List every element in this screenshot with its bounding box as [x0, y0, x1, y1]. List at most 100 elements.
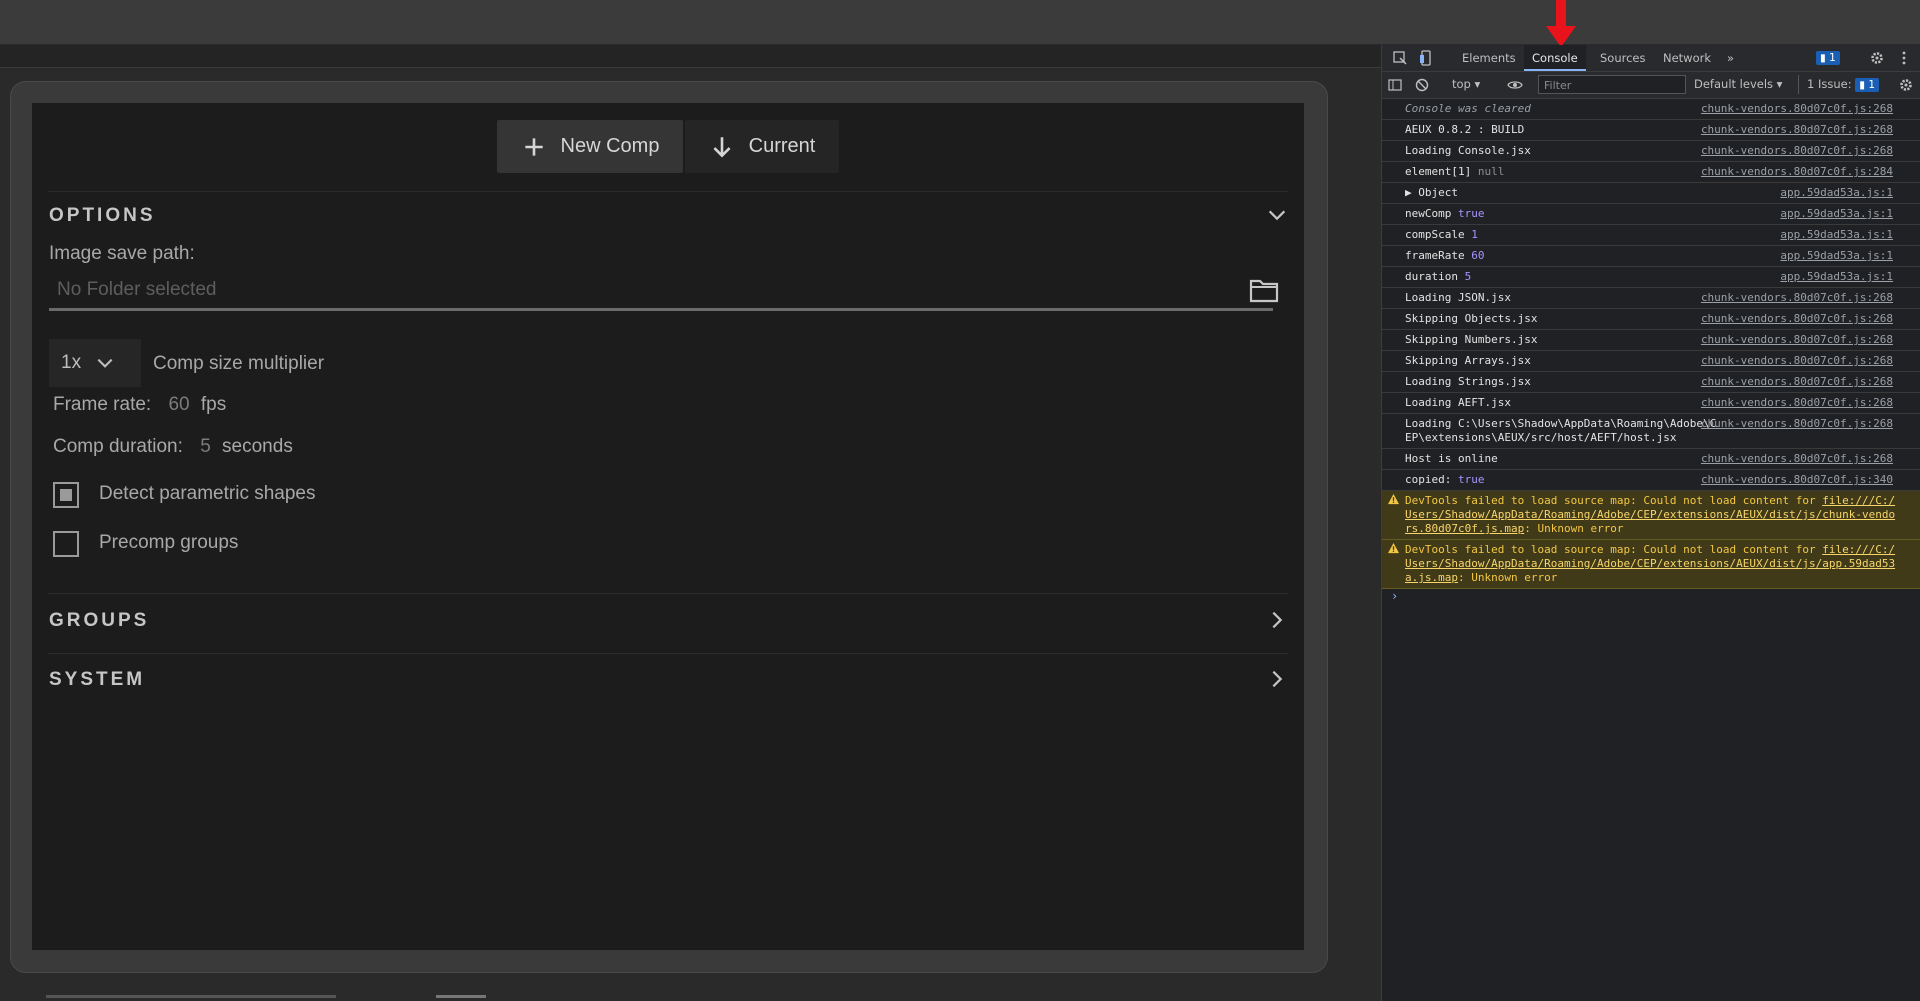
comp-duration-row: Comp duration: 5 seconds: [53, 436, 293, 458]
console-row: ▶ Object app.59dad53a.js:1: [1382, 183, 1920, 204]
extension-frame: New Comp Current OPTIONS Image save path…: [10, 81, 1328, 973]
issues-badge: ▮ 1: [1855, 78, 1880, 92]
window-title-bar: [0, 0, 1920, 45]
issues-counter[interactable]: ▮ 1: [1816, 50, 1840, 65]
console-source-link[interactable]: chunk-vendors.80d07c0f.js:284: [1701, 165, 1893, 179]
console-source-link[interactable]: chunk-vendors.80d07c0f.js:268: [1701, 102, 1893, 116]
extension-area: New Comp Current OPTIONS Image save path…: [0, 45, 1381, 1001]
detect-parametric-shapes-checkbox[interactable]: [53, 482, 79, 508]
tab-sources[interactable]: Sources: [1592, 45, 1654, 71]
console-source-link[interactable]: app.59dad53a.js:1: [1780, 228, 1893, 242]
eye-icon[interactable]: [1507, 77, 1523, 93]
frame-rate-row: Frame rate: 60 fps: [53, 394, 226, 416]
console-row: compScale 1 app.59dad53a.js:1: [1382, 225, 1920, 246]
groups-section-title[interactable]: GROUPS: [49, 610, 149, 632]
console-source-link[interactable]: chunk-vendors.80d07c0f.js:268: [1701, 333, 1893, 347]
console-source-link[interactable]: app.59dad53a.js:1: [1780, 270, 1893, 284]
warning-text: DevTools failed to load source map: Coul…: [1405, 494, 1823, 507]
divider: [48, 653, 1288, 654]
console-value: true: [1451, 473, 1485, 486]
console-value: 5: [1457, 270, 1472, 283]
clear-console-icon[interactable]: [1414, 77, 1430, 93]
issues-button[interactable]: 1 Issue: ▮ 1: [1798, 75, 1880, 94]
plus-icon: [524, 137, 543, 156]
device-toolbar-icon[interactable]: [1418, 50, 1434, 66]
current-button[interactable]: Current: [685, 120, 839, 173]
console-source-link[interactable]: chunk-vendors.80d07c0f.js:268: [1701, 452, 1893, 466]
inspect-element-icon[interactable]: [1392, 50, 1408, 66]
tab-console[interactable]: Console: [1524, 45, 1586, 71]
warning-message: DevTools failed to load source map: Coul…: [1405, 543, 1899, 585]
red-down-arrow-annotation: [1546, 0, 1576, 47]
issues-label: 1 Issue:: [1807, 77, 1852, 91]
console-row: Loading Strings.jsx chunk-vendors.80d07c0…: [1382, 372, 1920, 393]
console-filter-input[interactable]: Filter: [1538, 75, 1686, 94]
warning-icon: [1388, 494, 1399, 505]
folder-icon[interactable]: [1249, 277, 1279, 303]
new-comp-button[interactable]: New Comp: [497, 120, 683, 173]
console-prompt[interactable]: ›: [1391, 589, 1398, 603]
chevron-right-icon[interactable]: [1266, 668, 1288, 690]
comp-size-multiplier-select[interactable]: 1x: [49, 339, 141, 387]
console-source-link[interactable]: app.59dad53a.js:1: [1780, 249, 1893, 263]
console-source-link[interactable]: chunk-vendors.80d07c0f.js:268: [1701, 396, 1893, 410]
options-section-title[interactable]: OPTIONS: [49, 205, 156, 227]
scrollbar-track[interactable]: [46, 995, 336, 998]
precomp-groups-checkbox[interactable]: [53, 531, 79, 557]
console-source-link[interactable]: chunk-vendors.80d07c0f.js:268: [1701, 144, 1893, 158]
comp-duration-unit: seconds: [222, 436, 293, 457]
kebab-menu-icon[interactable]: [1896, 50, 1912, 66]
console-row: newComp true app.59dad53a.js:1: [1382, 204, 1920, 225]
console-source-link[interactable]: app.59dad53a.js:1: [1780, 207, 1893, 221]
tab-network[interactable]: Network: [1655, 45, 1719, 71]
chevron-right-icon[interactable]: [1266, 609, 1288, 631]
comp-duration-label: Comp duration:: [53, 436, 183, 457]
console-source-link[interactable]: chunk-vendors.80d07c0f.js:268: [1701, 417, 1893, 431]
console-row: Loading JSON.jsx chunk-vendors.80d07c0f.j…: [1382, 288, 1920, 309]
console-source-link[interactable]: chunk-vendors.80d07c0f.js:268: [1701, 312, 1893, 326]
console-row: Loading C:\Users\Shadow\AppData\Roaming\…: [1382, 414, 1920, 449]
context-value: top: [1452, 77, 1471, 91]
console-row: copied: true chunk-vendors.80d07c0f.js:34…: [1382, 470, 1920, 491]
console-output: Console was cleared chunk-vendors.80d07c0…: [1382, 99, 1920, 607]
console-row: duration 5 app.59dad53a.js:1: [1382, 267, 1920, 288]
scrollbar-thumb[interactable]: [436, 995, 486, 998]
frame-rate-value[interactable]: 60: [168, 394, 189, 415]
image-save-path-input[interactable]: No Folder selected: [49, 274, 1279, 311]
chevron-down-icon[interactable]: [1266, 204, 1288, 226]
console-source-link[interactable]: app.59dad53a.js:1: [1780, 186, 1893, 200]
console-row: Skipping Arrays.jsx chunk-vendors.80d07c0…: [1382, 351, 1920, 372]
console-source-link[interactable]: chunk-vendors.80d07c0f.js:268: [1701, 123, 1893, 137]
console-row: AEUX 0.8.2 : BUILD chunk-vendors.80d07c0f…: [1382, 120, 1920, 141]
console-source-link[interactable]: chunk-vendors.80d07c0f.js:268: [1701, 354, 1893, 368]
aeux-panel: New Comp Current OPTIONS Image save path…: [32, 103, 1304, 950]
console-row: Loading Console.jsx chunk-vendors.80d07c0…: [1382, 141, 1920, 162]
console-source-link[interactable]: chunk-vendors.80d07c0f.js:340: [1701, 473, 1893, 487]
warning-text: DevTools failed to load source map: Coul…: [1405, 543, 1823, 556]
console-row: Skipping Objects.jsx chunk-vendors.80d07c…: [1382, 309, 1920, 330]
more-tabs-button[interactable]: »: [1719, 45, 1742, 71]
arrow-down-icon: [713, 136, 731, 158]
console-value: true: [1451, 207, 1485, 220]
tab-elements[interactable]: Elements: [1454, 45, 1524, 71]
comp-duration-value[interactable]: 5: [200, 436, 211, 457]
console-value: null: [1471, 165, 1505, 178]
divider: [48, 593, 1288, 594]
log-levels-label: Default levels: [1694, 77, 1774, 91]
system-section-title[interactable]: SYSTEM: [49, 669, 145, 691]
image-save-path-label: Image save path:: [49, 243, 195, 264]
console-source-link[interactable]: chunk-vendors.80d07c0f.js:268: [1701, 291, 1893, 305]
console-settings-gear-icon[interactable]: [1898, 77, 1914, 93]
warning-text: : Unknown error: [1457, 571, 1558, 584]
multiplier-value: 1x: [61, 352, 82, 373]
console-source-link[interactable]: chunk-vendors.80d07c0f.js:268: [1701, 375, 1893, 389]
warning-icon: [1388, 543, 1399, 554]
message-badge: ▮ 1: [1816, 51, 1840, 65]
gear-icon[interactable]: [1869, 50, 1885, 66]
console-row: Console was cleared chunk-vendors.80d07c0…: [1382, 99, 1920, 120]
warning-message: DevTools failed to load source map: Coul…: [1405, 494, 1899, 536]
context-selector[interactable]: top ▾: [1452, 77, 1480, 91]
log-levels-dropdown[interactable]: Default levels ▾: [1694, 77, 1782, 91]
console-prompt-row[interactable]: ›: [1382, 589, 1920, 607]
sidebar-toggle-icon[interactable]: [1387, 77, 1403, 93]
